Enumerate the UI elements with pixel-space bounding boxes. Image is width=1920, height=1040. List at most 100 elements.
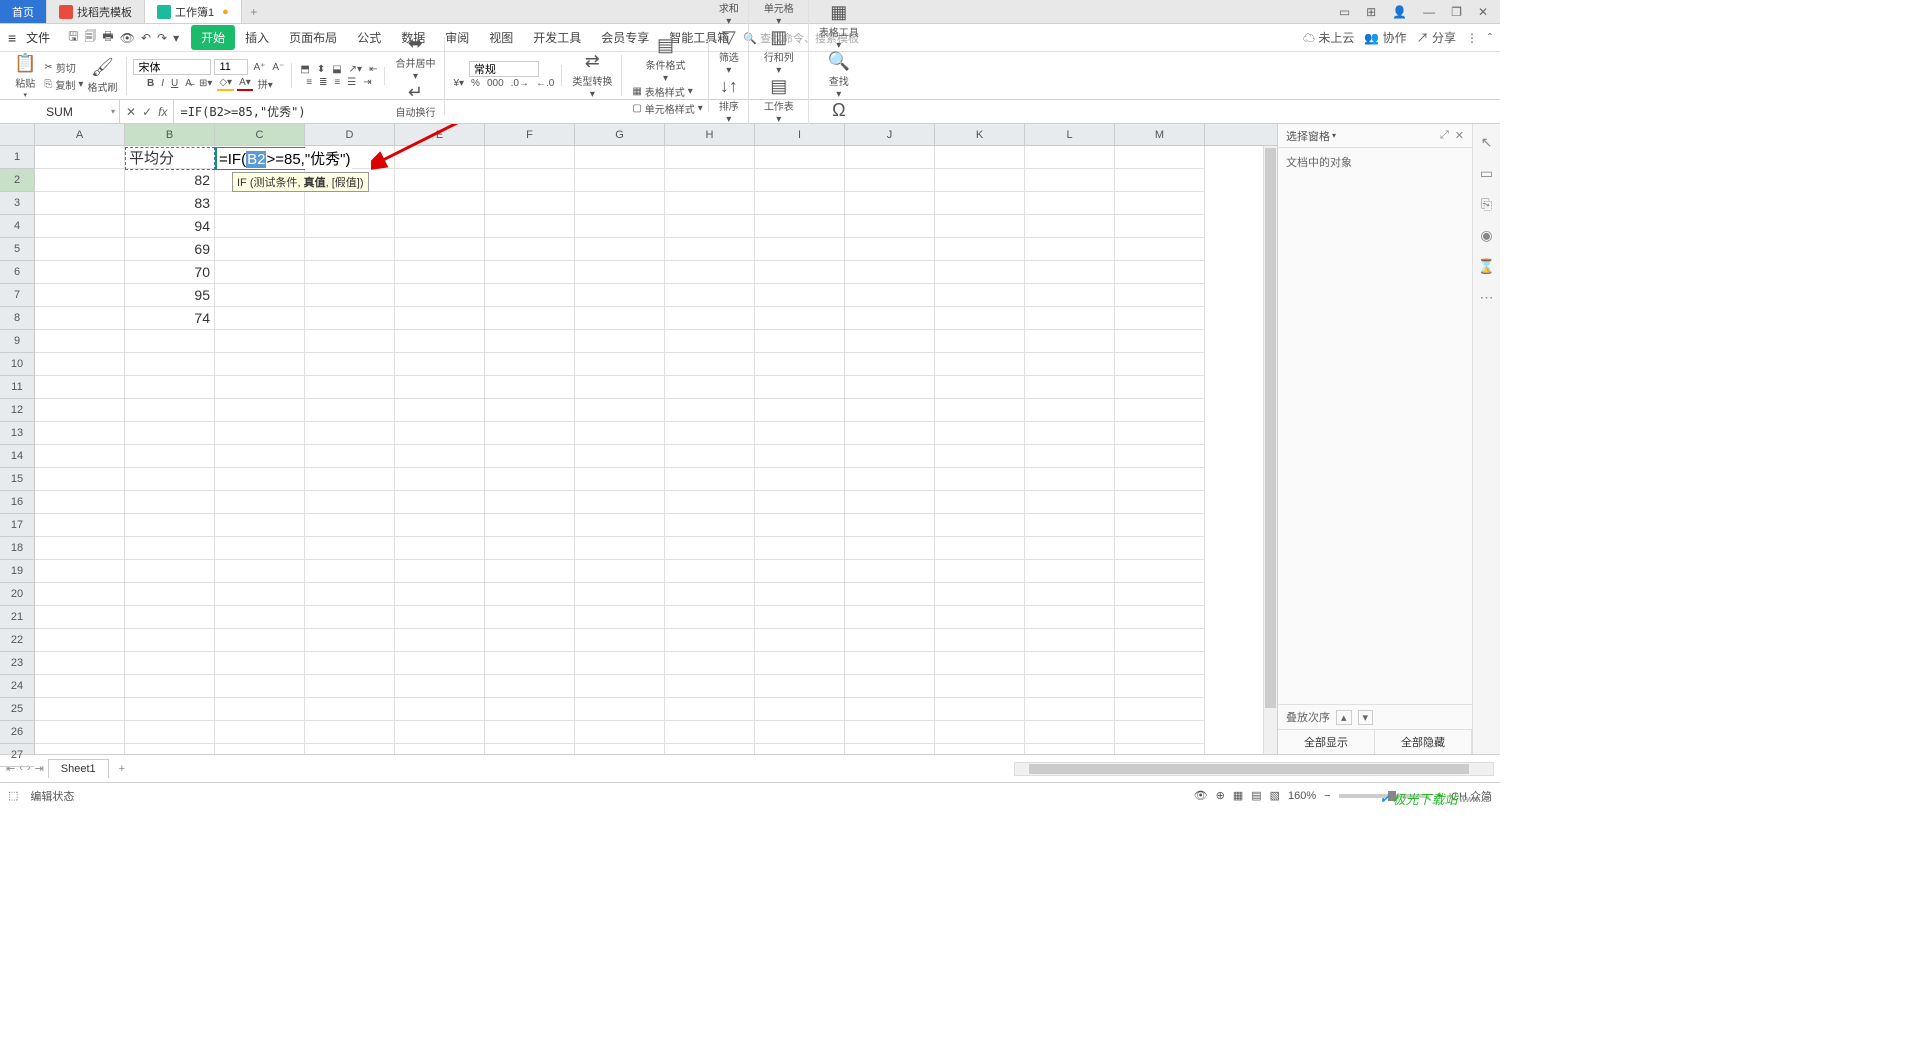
- cell-H8[interactable]: [665, 307, 755, 330]
- cell-F10[interactable]: [485, 353, 575, 376]
- dec-inc-icon[interactable]: .0→: [509, 77, 531, 90]
- cell-D16[interactable]: [305, 491, 395, 514]
- cell-K17[interactable]: [935, 514, 1025, 537]
- row-header-20[interactable]: 20: [0, 583, 34, 606]
- cell-M10[interactable]: [1115, 353, 1205, 376]
- cell-G24[interactable]: [575, 675, 665, 698]
- cell-K6[interactable]: [935, 261, 1025, 284]
- cell-G16[interactable]: [575, 491, 665, 514]
- user-icon[interactable]: 👤: [1388, 5, 1411, 19]
- cell-I13[interactable]: [755, 422, 845, 445]
- cell-C17[interactable]: [215, 514, 305, 537]
- cell-A8[interactable]: [35, 307, 125, 330]
- row-header-13[interactable]: 13: [0, 422, 34, 445]
- cell-M11[interactable]: [1115, 376, 1205, 399]
- cell-C13[interactable]: [215, 422, 305, 445]
- currency-icon[interactable]: ¥▾: [451, 77, 466, 90]
- col-header-H[interactable]: H: [665, 124, 755, 145]
- cell-K7[interactable]: [935, 284, 1025, 307]
- cell-D17[interactable]: [305, 514, 395, 537]
- cell-K2[interactable]: [935, 169, 1025, 192]
- col-header-B[interactable]: B: [125, 124, 215, 145]
- cell-G23[interactable]: [575, 652, 665, 675]
- cell-M24[interactable]: [1115, 675, 1205, 698]
- col-header-C[interactable]: C: [215, 124, 305, 145]
- cell-J24[interactable]: [845, 675, 935, 698]
- cell-D23[interactable]: [305, 652, 395, 675]
- cell-C5[interactable]: [215, 238, 305, 261]
- coop-button[interactable]: 👥 协作: [1364, 29, 1406, 46]
- tab-add[interactable]: +: [242, 0, 266, 23]
- menu-devtools[interactable]: 开发工具: [523, 25, 591, 50]
- cell-I16[interactable]: [755, 491, 845, 514]
- cell-B27[interactable]: [125, 744, 215, 754]
- cell-M21[interactable]: [1115, 606, 1205, 629]
- cell-K8[interactable]: [935, 307, 1025, 330]
- sheet-button[interactable]: ▤工作表▾: [760, 76, 798, 125]
- cell-F25[interactable]: [485, 698, 575, 721]
- cell-F15[interactable]: [485, 468, 575, 491]
- minimize-button[interactable]: —: [1419, 5, 1439, 19]
- cell-J4[interactable]: [845, 215, 935, 238]
- cell-I22[interactable]: [755, 629, 845, 652]
- cell-E22[interactable]: [395, 629, 485, 652]
- cell-B10[interactable]: [125, 353, 215, 376]
- cell-C16[interactable]: [215, 491, 305, 514]
- cell-J7[interactable]: [845, 284, 935, 307]
- cell-J26[interactable]: [845, 721, 935, 744]
- cell-F9[interactable]: [485, 330, 575, 353]
- cell-J8[interactable]: [845, 307, 935, 330]
- number-format-select[interactable]: [469, 61, 539, 77]
- cell-J1[interactable]: [845, 146, 935, 169]
- horizontal-scrollbar[interactable]: [1014, 762, 1494, 776]
- phonetic-button[interactable]: 拼▾: [256, 75, 275, 92]
- cell-A20[interactable]: [35, 583, 125, 606]
- row-header-7[interactable]: 7: [0, 284, 34, 307]
- menu-insert[interactable]: 插入: [235, 25, 279, 50]
- cell-I20[interactable]: [755, 583, 845, 606]
- file-menu[interactable]: 文件: [20, 29, 56, 46]
- tab-template[interactable]: 找稻壳模板: [47, 0, 145, 23]
- cell-E9[interactable]: [395, 330, 485, 353]
- cell-G15[interactable]: [575, 468, 665, 491]
- cell-D8[interactable]: [305, 307, 395, 330]
- cell-style-button[interactable]: ▢ 单元格样式▾: [632, 101, 702, 116]
- cell-H6[interactable]: [665, 261, 755, 284]
- cell-H25[interactable]: [665, 698, 755, 721]
- cell-C19[interactable]: [215, 560, 305, 583]
- align-center-icon[interactable]: ≣: [317, 76, 329, 89]
- cell-D10[interactable]: [305, 353, 395, 376]
- cell-H17[interactable]: [665, 514, 755, 537]
- cell-M1[interactable]: [1115, 146, 1205, 169]
- formula-cancel-icon[interactable]: ✕: [126, 105, 136, 119]
- maximize-button[interactable]: ❐: [1447, 5, 1466, 19]
- cell-D12[interactable]: [305, 399, 395, 422]
- cell-H4[interactable]: [665, 215, 755, 238]
- tab-workbook1[interactable]: 工作簿1●: [145, 0, 242, 23]
- cell-K18[interactable]: [935, 537, 1025, 560]
- side-more-icon[interactable]: ⋯: [1480, 289, 1494, 306]
- cell-L26[interactable]: [1025, 721, 1115, 744]
- col-header-F[interactable]: F: [485, 124, 575, 145]
- hide-all-button[interactable]: 全部隐藏: [1375, 730, 1472, 754]
- side-property-icon[interactable]: ◉: [1480, 227, 1492, 244]
- cell-J5[interactable]: [845, 238, 935, 261]
- cell-M13[interactable]: [1115, 422, 1205, 445]
- cell-I23[interactable]: [755, 652, 845, 675]
- cell-F1[interactable]: [485, 146, 575, 169]
- view-normal-icon[interactable]: ▦: [1233, 789, 1243, 802]
- cell-G1[interactable]: [575, 146, 665, 169]
- side-select-icon[interactable]: ▭: [1480, 165, 1493, 182]
- sheet-tab-1[interactable]: Sheet1: [48, 759, 109, 778]
- cell-I6[interactable]: [755, 261, 845, 284]
- cell-E16[interactable]: [395, 491, 485, 514]
- cell-F14[interactable]: [485, 445, 575, 468]
- cell-B6[interactable]: 70: [125, 261, 215, 284]
- cell-K14[interactable]: [935, 445, 1025, 468]
- cell-M12[interactable]: [1115, 399, 1205, 422]
- cell-A15[interactable]: [35, 468, 125, 491]
- row-header-21[interactable]: 21: [0, 606, 34, 629]
- cell-I10[interactable]: [755, 353, 845, 376]
- cell-B21[interactable]: [125, 606, 215, 629]
- cell-L5[interactable]: [1025, 238, 1115, 261]
